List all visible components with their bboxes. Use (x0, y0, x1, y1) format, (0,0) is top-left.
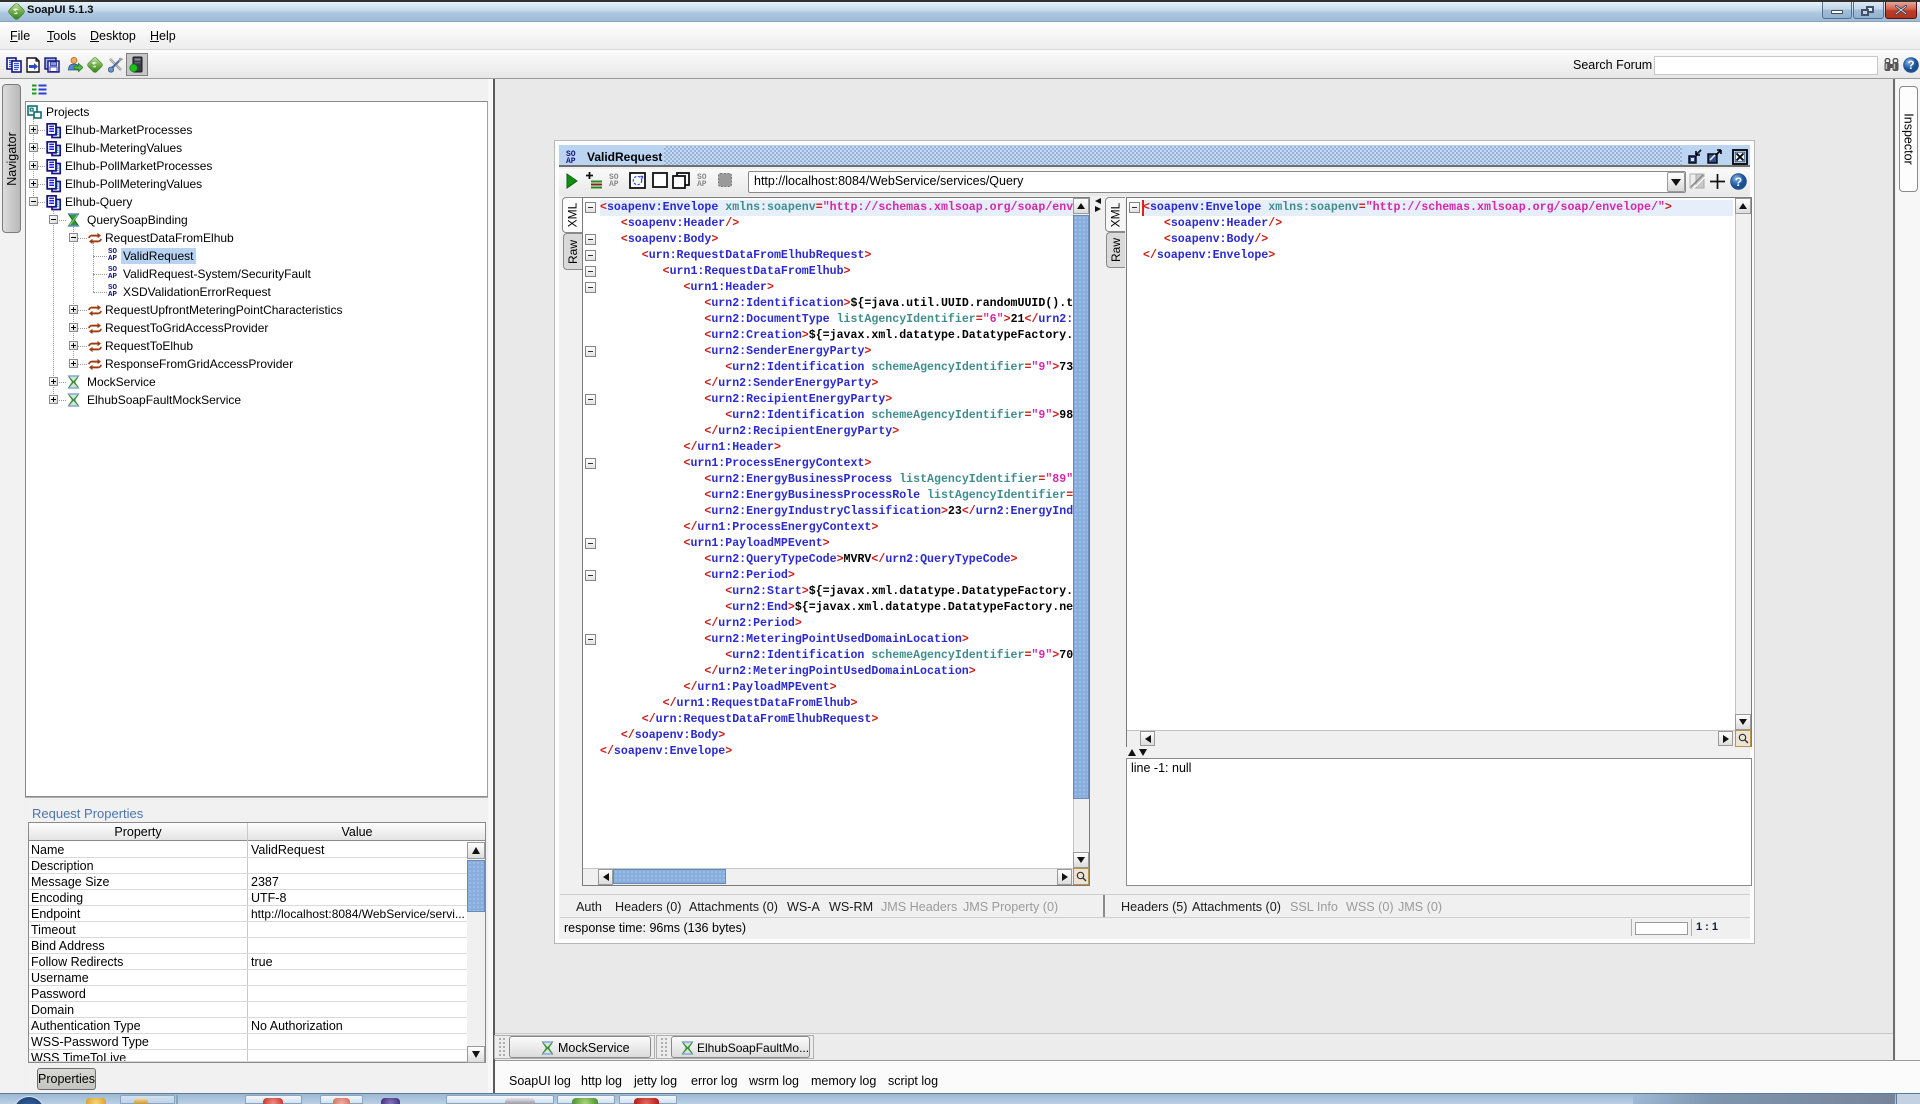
svg-text:?: ? (1735, 175, 1742, 189)
svg-text:?: ? (1907, 60, 1914, 72)
